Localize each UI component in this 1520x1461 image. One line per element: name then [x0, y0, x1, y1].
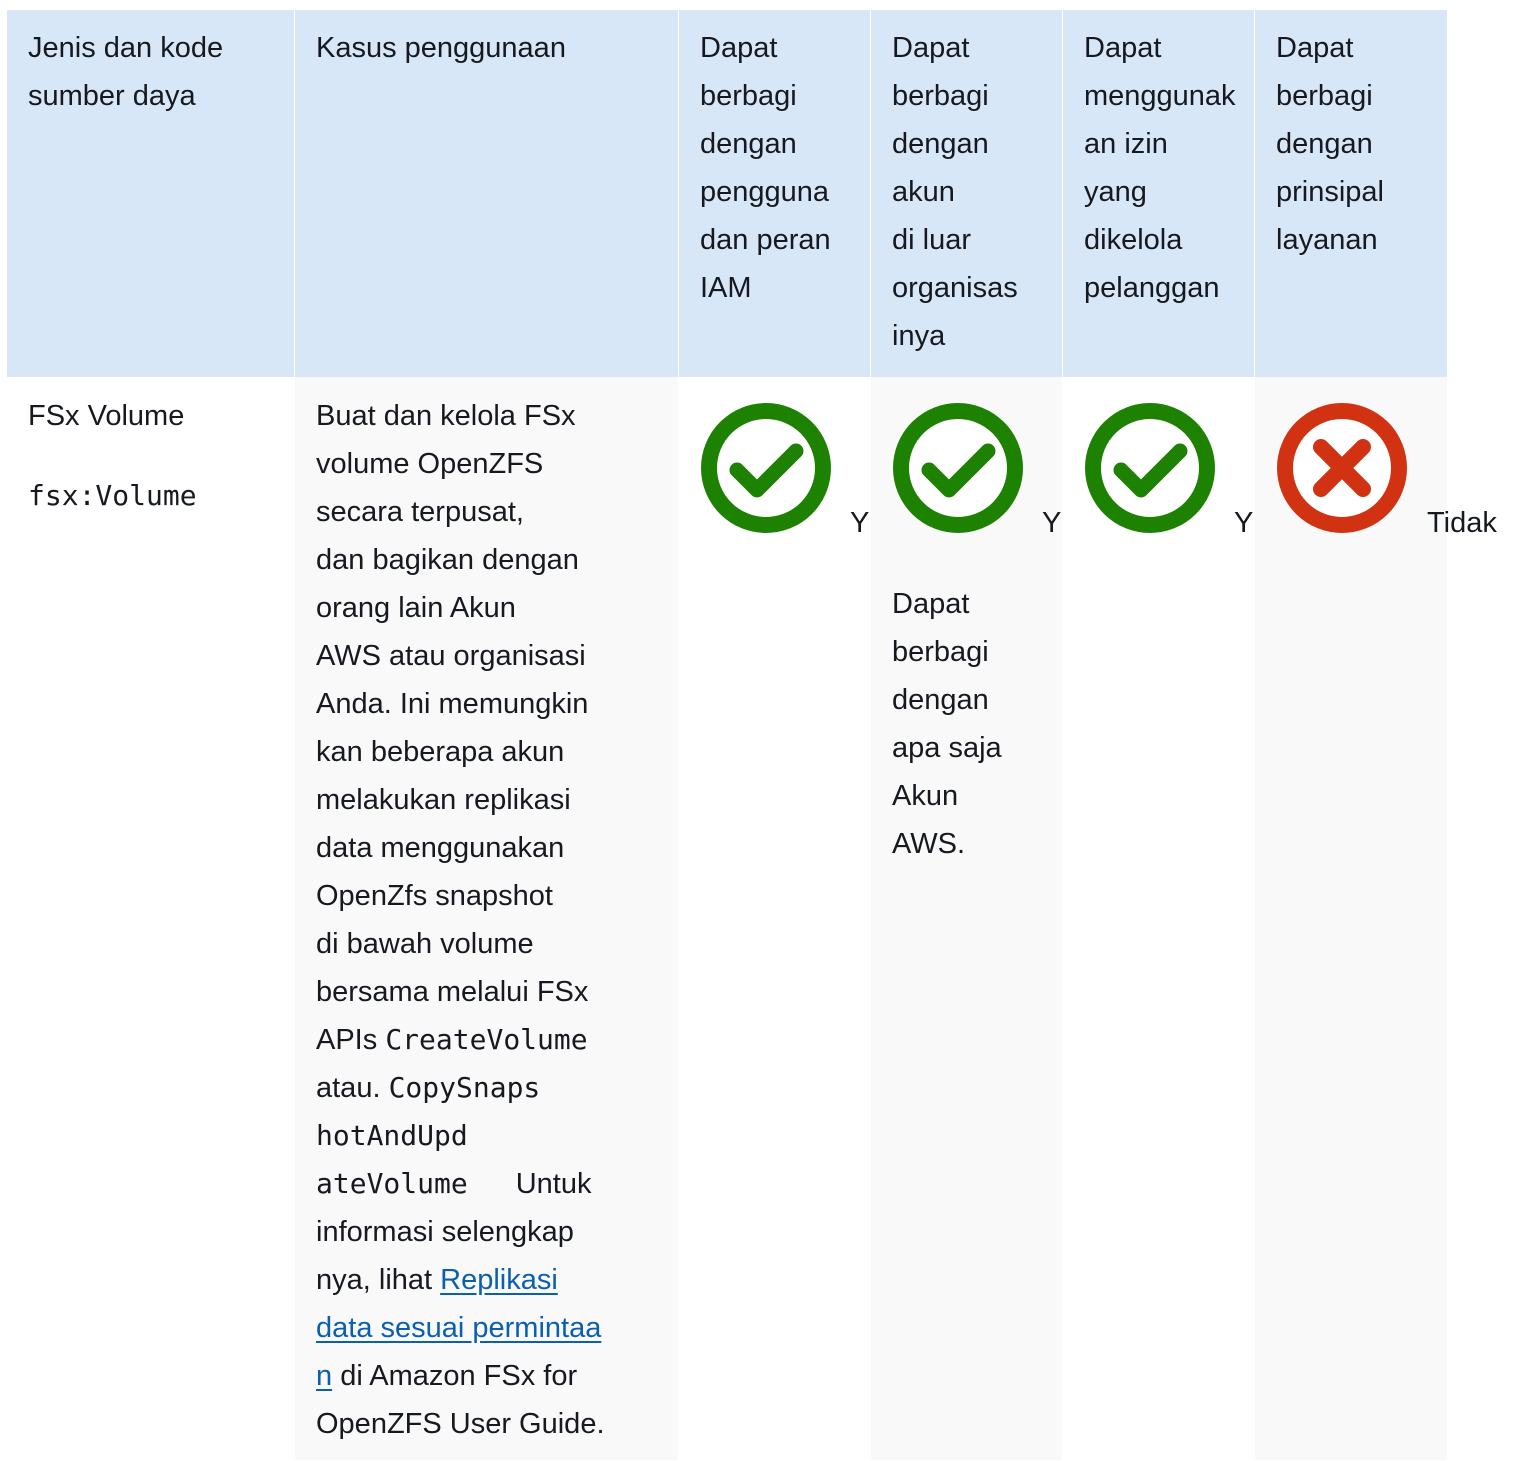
use-case-line: atau. CopySnaps [316, 1064, 658, 1112]
replication-guide-link[interactable]: Replikasi [440, 1264, 558, 1296]
use-case-line: orang lain Akun [316, 592, 516, 624]
header-line: Dapat [1276, 32, 1354, 64]
note-line: Akun [892, 780, 959, 812]
api-copy-snapshot: hotAndUpd [316, 1119, 468, 1152]
cell-share-outside-org: Y Dapat berbagi dengan apa saja Akun AWS… [871, 377, 1062, 1460]
header-line: dan peran [700, 224, 831, 256]
untuk-text: Untuk [515, 1168, 592, 1200]
header-line: IAM [700, 272, 752, 304]
header-line: an izin [1084, 128, 1168, 160]
use-case-line: OpenZFS User Guide. [316, 1408, 605, 1440]
header-line: dikelola [1084, 224, 1183, 256]
use-case-line: dan bagikan dengan [316, 544, 579, 576]
use-case-line: OpenZfs snapshot [316, 880, 553, 912]
use-case-line: melakukan replikasi [316, 784, 571, 816]
header-line: yang [1084, 176, 1147, 208]
header-line: akun [892, 176, 955, 208]
note-line: apa saja [892, 732, 1002, 764]
header-line: berbagi [892, 80, 989, 112]
resource-table: Jenis dan kode sumber daya Kasus penggun… [7, 10, 1497, 1460]
use-case-line: Anda. Ini memungkin [316, 688, 589, 720]
header-line: Dapat [700, 32, 778, 64]
header-service-principal: Dapat berbagi dengan prinsipal layanan [1255, 10, 1447, 377]
info-text: nya, lihat [316, 1264, 441, 1296]
header-share-outside-org: Dapat berbagi dengan akun di luar organi… [871, 10, 1062, 377]
use-case-line: data menggunakan [316, 832, 565, 864]
note-line: berbagi [892, 636, 989, 668]
cell-customer-managed: Y [1063, 377, 1254, 1460]
after-link-text: di Amazon FSx for [332, 1360, 578, 1392]
service-principal-value: Tidak [1427, 507, 1497, 539]
use-case-line: secara terpusat, [316, 496, 524, 528]
header-line: menggunak [1084, 80, 1236, 112]
share-iam-value: Y [850, 507, 870, 539]
header-line: dengan [892, 128, 989, 160]
cell-use-case: Buat dan kelola FSx volume OpenZFS secar… [295, 377, 678, 1460]
use-case-line: n di Amazon FSx for [316, 1352, 658, 1400]
use-case-line: informasi selengkap [316, 1216, 574, 1248]
use-case-line: di bawah volume [316, 928, 534, 960]
header-line: dengan [700, 128, 797, 160]
resource-code: fsx:Volume [28, 479, 197, 512]
note-line: AWS. [892, 828, 966, 860]
use-case-line: APIs CreateVolume [316, 1016, 658, 1064]
cell-resource: FSx Volume fsx:Volume [7, 377, 294, 1460]
use-case-line: Buat dan kelola FSx [316, 400, 576, 432]
apis-prefix: APIs [316, 1024, 386, 1056]
header-line: Dapat [892, 32, 970, 64]
use-case-line: nya, lihat Replikasi [316, 1256, 658, 1304]
api-copy-snapshot: ateVolume [316, 1167, 468, 1200]
header-line: Kasus penggunaan [316, 32, 566, 64]
header-line: di luar [892, 224, 971, 256]
header-line: pengguna [700, 176, 830, 208]
header-share-iam: Dapat berbagi dengan pengguna dan peran … [679, 10, 870, 377]
api-copy-snapshot: CopySnaps [388, 1071, 541, 1104]
check-circle-icon [700, 402, 832, 534]
cell-service-principal: Tidak [1255, 377, 1497, 1460]
header-resource-type: Jenis dan kode sumber daya [7, 10, 294, 377]
use-case-line: kan beberapa akun [316, 736, 565, 768]
use-case-line: bersama melalui FSx [316, 976, 589, 1008]
header-line: dengan [1276, 128, 1373, 160]
use-case-line: data sesuai permintaa [316, 1304, 658, 1352]
cell-share-iam: Y [679, 377, 870, 1460]
header-line: prinsipal [1276, 176, 1384, 208]
header-line: sumber daya [28, 80, 196, 112]
check-circle-icon [1084, 402, 1216, 534]
api-create-volume: CreateVolume [385, 1023, 588, 1056]
header-line: Jenis dan kode [28, 32, 224, 64]
atau-prefix: atau. [316, 1072, 389, 1104]
header-line: berbagi [700, 80, 797, 112]
header-line: pelanggan [1084, 272, 1220, 304]
use-case-line: ateVolume Untuk [316, 1160, 658, 1208]
use-case-line: volume OpenZFS [316, 448, 544, 480]
share-outside-org-value: Y [1042, 507, 1062, 539]
check-circle-icon [892, 402, 1024, 534]
use-case-line: AWS atau organisasi [316, 640, 586, 672]
replication-guide-link[interactable]: n [316, 1360, 332, 1392]
header-line: berbagi [1276, 80, 1373, 112]
resource-name: FSx Volume [28, 400, 185, 432]
header-line: Dapat [1084, 32, 1162, 64]
x-circle-icon [1276, 402, 1408, 534]
header-line: inya [892, 320, 946, 352]
header-line: layanan [1276, 224, 1378, 256]
header-customer-managed: Dapat menggunak an izin yang dikelola pe… [1063, 10, 1254, 377]
note-line: Dapat [892, 588, 970, 620]
header-line: organisas [892, 272, 1018, 304]
customer-managed-value: Y [1234, 507, 1254, 539]
share-outside-org-note: Dapat berbagi dengan apa saja Akun AWS. [892, 580, 1002, 868]
header-use-case: Kasus penggunaan [295, 10, 678, 377]
note-line: dengan [892, 684, 989, 716]
replication-guide-link[interactable]: data sesuai permintaa [316, 1312, 601, 1344]
